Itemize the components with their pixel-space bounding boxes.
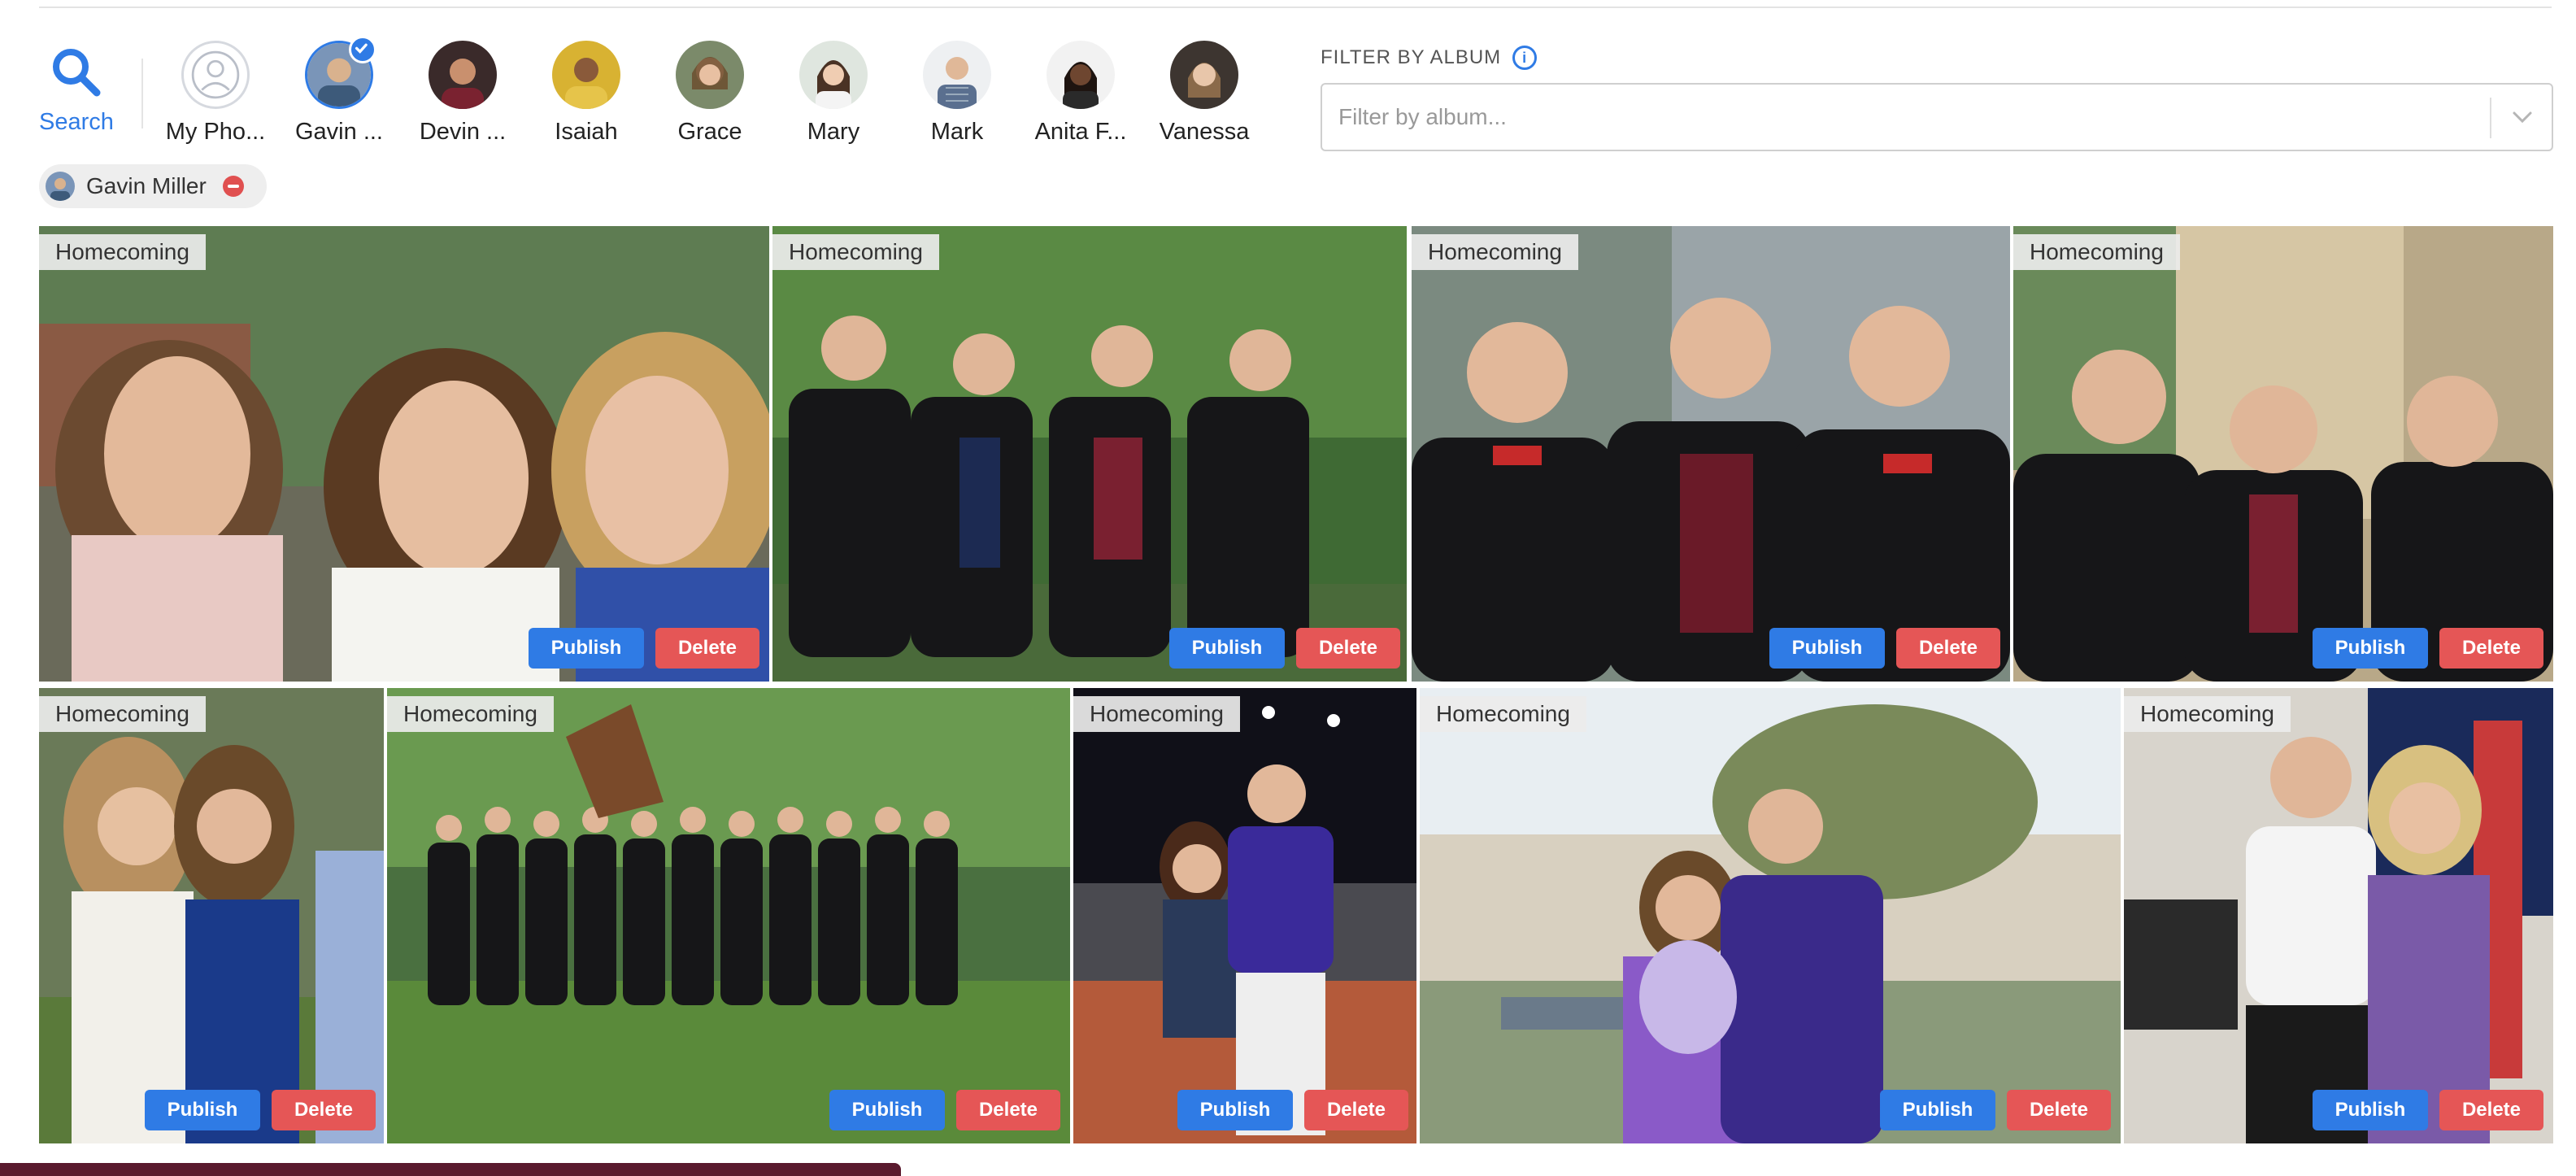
select-divider	[2490, 98, 2491, 138]
search-button[interactable]: Search	[39, 46, 114, 136]
photo-card[interactable]: Homecoming Publish Delete	[39, 226, 769, 682]
album-tag: Homecoming	[387, 696, 554, 732]
avatar	[305, 36, 376, 109]
person-name: Gavin ...	[295, 119, 383, 145]
filter-by-album-label: FILTER BY ALBUM i	[1321, 46, 1538, 70]
user-placeholder-icon	[191, 50, 240, 99]
album-tag: Homecoming	[2013, 234, 2180, 270]
photo-image	[387, 688, 1070, 1143]
delete-button[interactable]: Delete	[1296, 628, 1400, 669]
publish-button[interactable]: Publish	[1880, 1090, 1995, 1130]
avatar	[799, 41, 868, 109]
album-tag: Homecoming	[1412, 234, 1578, 270]
publish-button[interactable]: Publish	[529, 628, 644, 669]
photo-image	[1073, 688, 1416, 1143]
publish-button[interactable]: Publish	[1169, 628, 1285, 669]
info-icon[interactable]: i	[1512, 46, 1538, 70]
album-tag: Homecoming	[39, 696, 206, 732]
person-devin[interactable]: Devin ...	[402, 41, 524, 146]
top-divider	[39, 7, 2552, 8]
delete-button[interactable]: Delete	[2439, 1090, 2543, 1130]
photo-image	[1412, 226, 2010, 682]
delete-button[interactable]: Delete	[2439, 628, 2543, 669]
publish-button[interactable]: Publish	[2313, 1090, 2428, 1130]
photo-card[interactable]: Homecoming Publish Delete	[39, 688, 384, 1143]
delete-button[interactable]: Delete	[655, 628, 759, 669]
album-filter-select[interactable]	[1321, 83, 2553, 151]
person-name: My Pho...	[165, 119, 266, 145]
avatar	[181, 41, 250, 109]
avatar	[552, 41, 620, 109]
selected-check-icon	[349, 36, 376, 63]
chip-label: Gavin Miller	[86, 173, 207, 198]
people-divider	[141, 59, 143, 128]
publish-button[interactable]: Publish	[145, 1090, 260, 1130]
person-isaiah[interactable]: Isaiah	[525, 41, 647, 146]
photo-image	[39, 688, 384, 1143]
publish-button[interactable]: Publish	[1177, 1090, 1293, 1130]
delete-button[interactable]: Delete	[1896, 628, 2000, 669]
photo-card[interactable]: Homecoming Publish Delete	[1412, 226, 2010, 682]
person-name: Grace	[677, 119, 742, 145]
person-mary[interactable]: Mary	[772, 41, 894, 146]
photo-card[interactable]: Homecoming Publish Delete	[2124, 688, 2553, 1143]
search-icon	[53, 49, 101, 97]
album-tag: Homecoming	[1073, 696, 1240, 732]
avatar	[676, 41, 744, 109]
photo-card[interactable]: Homecoming Publish Delete	[387, 688, 1070, 1143]
chevron-down-icon[interactable]	[2506, 101, 2539, 133]
photo-card[interactable]: Homecoming Publish Delete	[1420, 688, 2121, 1143]
person-vanessa[interactable]: Vanessa	[1143, 41, 1265, 146]
delete-button[interactable]: Delete	[272, 1090, 376, 1130]
person-my-photos[interactable]: My Pho...	[154, 41, 276, 146]
photo-card[interactable]: Homecoming Publish Delete	[2013, 226, 2553, 682]
person-name: Mary	[807, 119, 860, 145]
album-filter-input[interactable]	[1338, 99, 2461, 135]
person-anita[interactable]: Anita F...	[1020, 41, 1142, 146]
album-tag: Homecoming	[39, 234, 206, 270]
photo-card[interactable]: Homecoming Publish Delete	[772, 226, 1407, 682]
photo-image	[39, 226, 769, 682]
publish-button[interactable]: Publish	[829, 1090, 945, 1130]
remove-filter-icon[interactable]	[222, 176, 244, 197]
photo-image	[2013, 226, 2553, 682]
photo-card[interactable]: Homecoming Publish Delete	[1073, 688, 1416, 1143]
avatar	[1170, 41, 1238, 109]
photo-image	[2124, 688, 2553, 1143]
active-person-filter-chip: Gavin Miller	[39, 164, 267, 208]
avatar	[1046, 41, 1115, 109]
search-label: Search	[39, 109, 114, 135]
person-name: Vanessa	[1159, 119, 1250, 145]
person-name: Devin ...	[419, 119, 507, 145]
album-tag: Homecoming	[1420, 696, 1586, 732]
delete-button[interactable]: Delete	[2007, 1090, 2111, 1130]
person-name: Mark	[930, 119, 984, 145]
status-bar	[0, 1163, 901, 1176]
person-grace[interactable]: Grace	[649, 41, 771, 146]
album-tag: Homecoming	[2124, 696, 2291, 732]
person-mark[interactable]: Mark	[896, 41, 1018, 146]
publish-button[interactable]: Publish	[2313, 628, 2428, 669]
filter-label-text: FILTER BY ALBUM	[1321, 46, 1502, 68]
publish-button[interactable]: Publish	[1769, 628, 1885, 669]
avatar	[923, 41, 991, 109]
delete-button[interactable]: Delete	[956, 1090, 1060, 1130]
avatar	[46, 172, 75, 201]
delete-button[interactable]: Delete	[1304, 1090, 1408, 1130]
album-tag: Homecoming	[772, 234, 939, 270]
photo-image	[1420, 688, 2121, 1143]
person-name: Isaiah	[555, 119, 618, 145]
person-gavin[interactable]: Gavin ...	[278, 36, 400, 146]
person-name: Anita F...	[1034, 119, 1127, 145]
avatar	[429, 41, 497, 109]
photo-image	[772, 226, 1407, 682]
